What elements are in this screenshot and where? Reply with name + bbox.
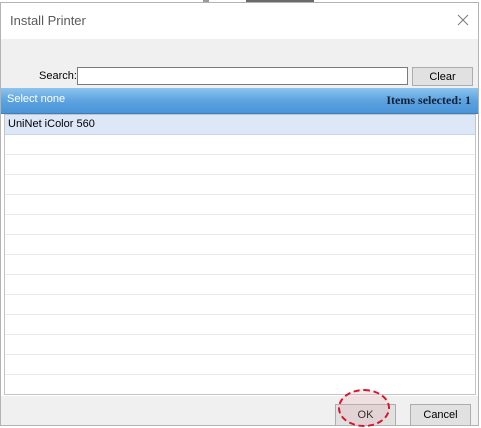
printer-name: UniNet iColor 560 (8, 118, 95, 130)
ok-button[interactable]: OK (335, 404, 396, 425)
search-toolbar: Search: Clear (1, 39, 478, 91)
list-header-bar: Select none Items selected: 1 (1, 88, 478, 114)
printer-list[interactable]: UniNet iColor 560 (4, 114, 476, 395)
close-icon (457, 14, 469, 26)
dialog-title: Install Printer (10, 13, 86, 28)
items-selected-count: Items selected: 1 (386, 93, 471, 107)
search-label: Search: (39, 70, 77, 82)
close-button[interactable] (456, 13, 470, 27)
search-input[interactable] (77, 67, 408, 85)
select-none-link[interactable]: Select none (7, 93, 65, 105)
cancel-button[interactable]: Cancel (410, 404, 471, 425)
install-printer-dialog: Install Printer Search: Clear Select non… (0, 2, 479, 426)
dialog-footer: OK Cancel (1, 396, 478, 425)
title-bar: Install Printer (1, 3, 478, 39)
printer-list-item[interactable]: UniNet iColor 560 (5, 115, 475, 135)
clear-button[interactable]: Clear (412, 67, 473, 86)
